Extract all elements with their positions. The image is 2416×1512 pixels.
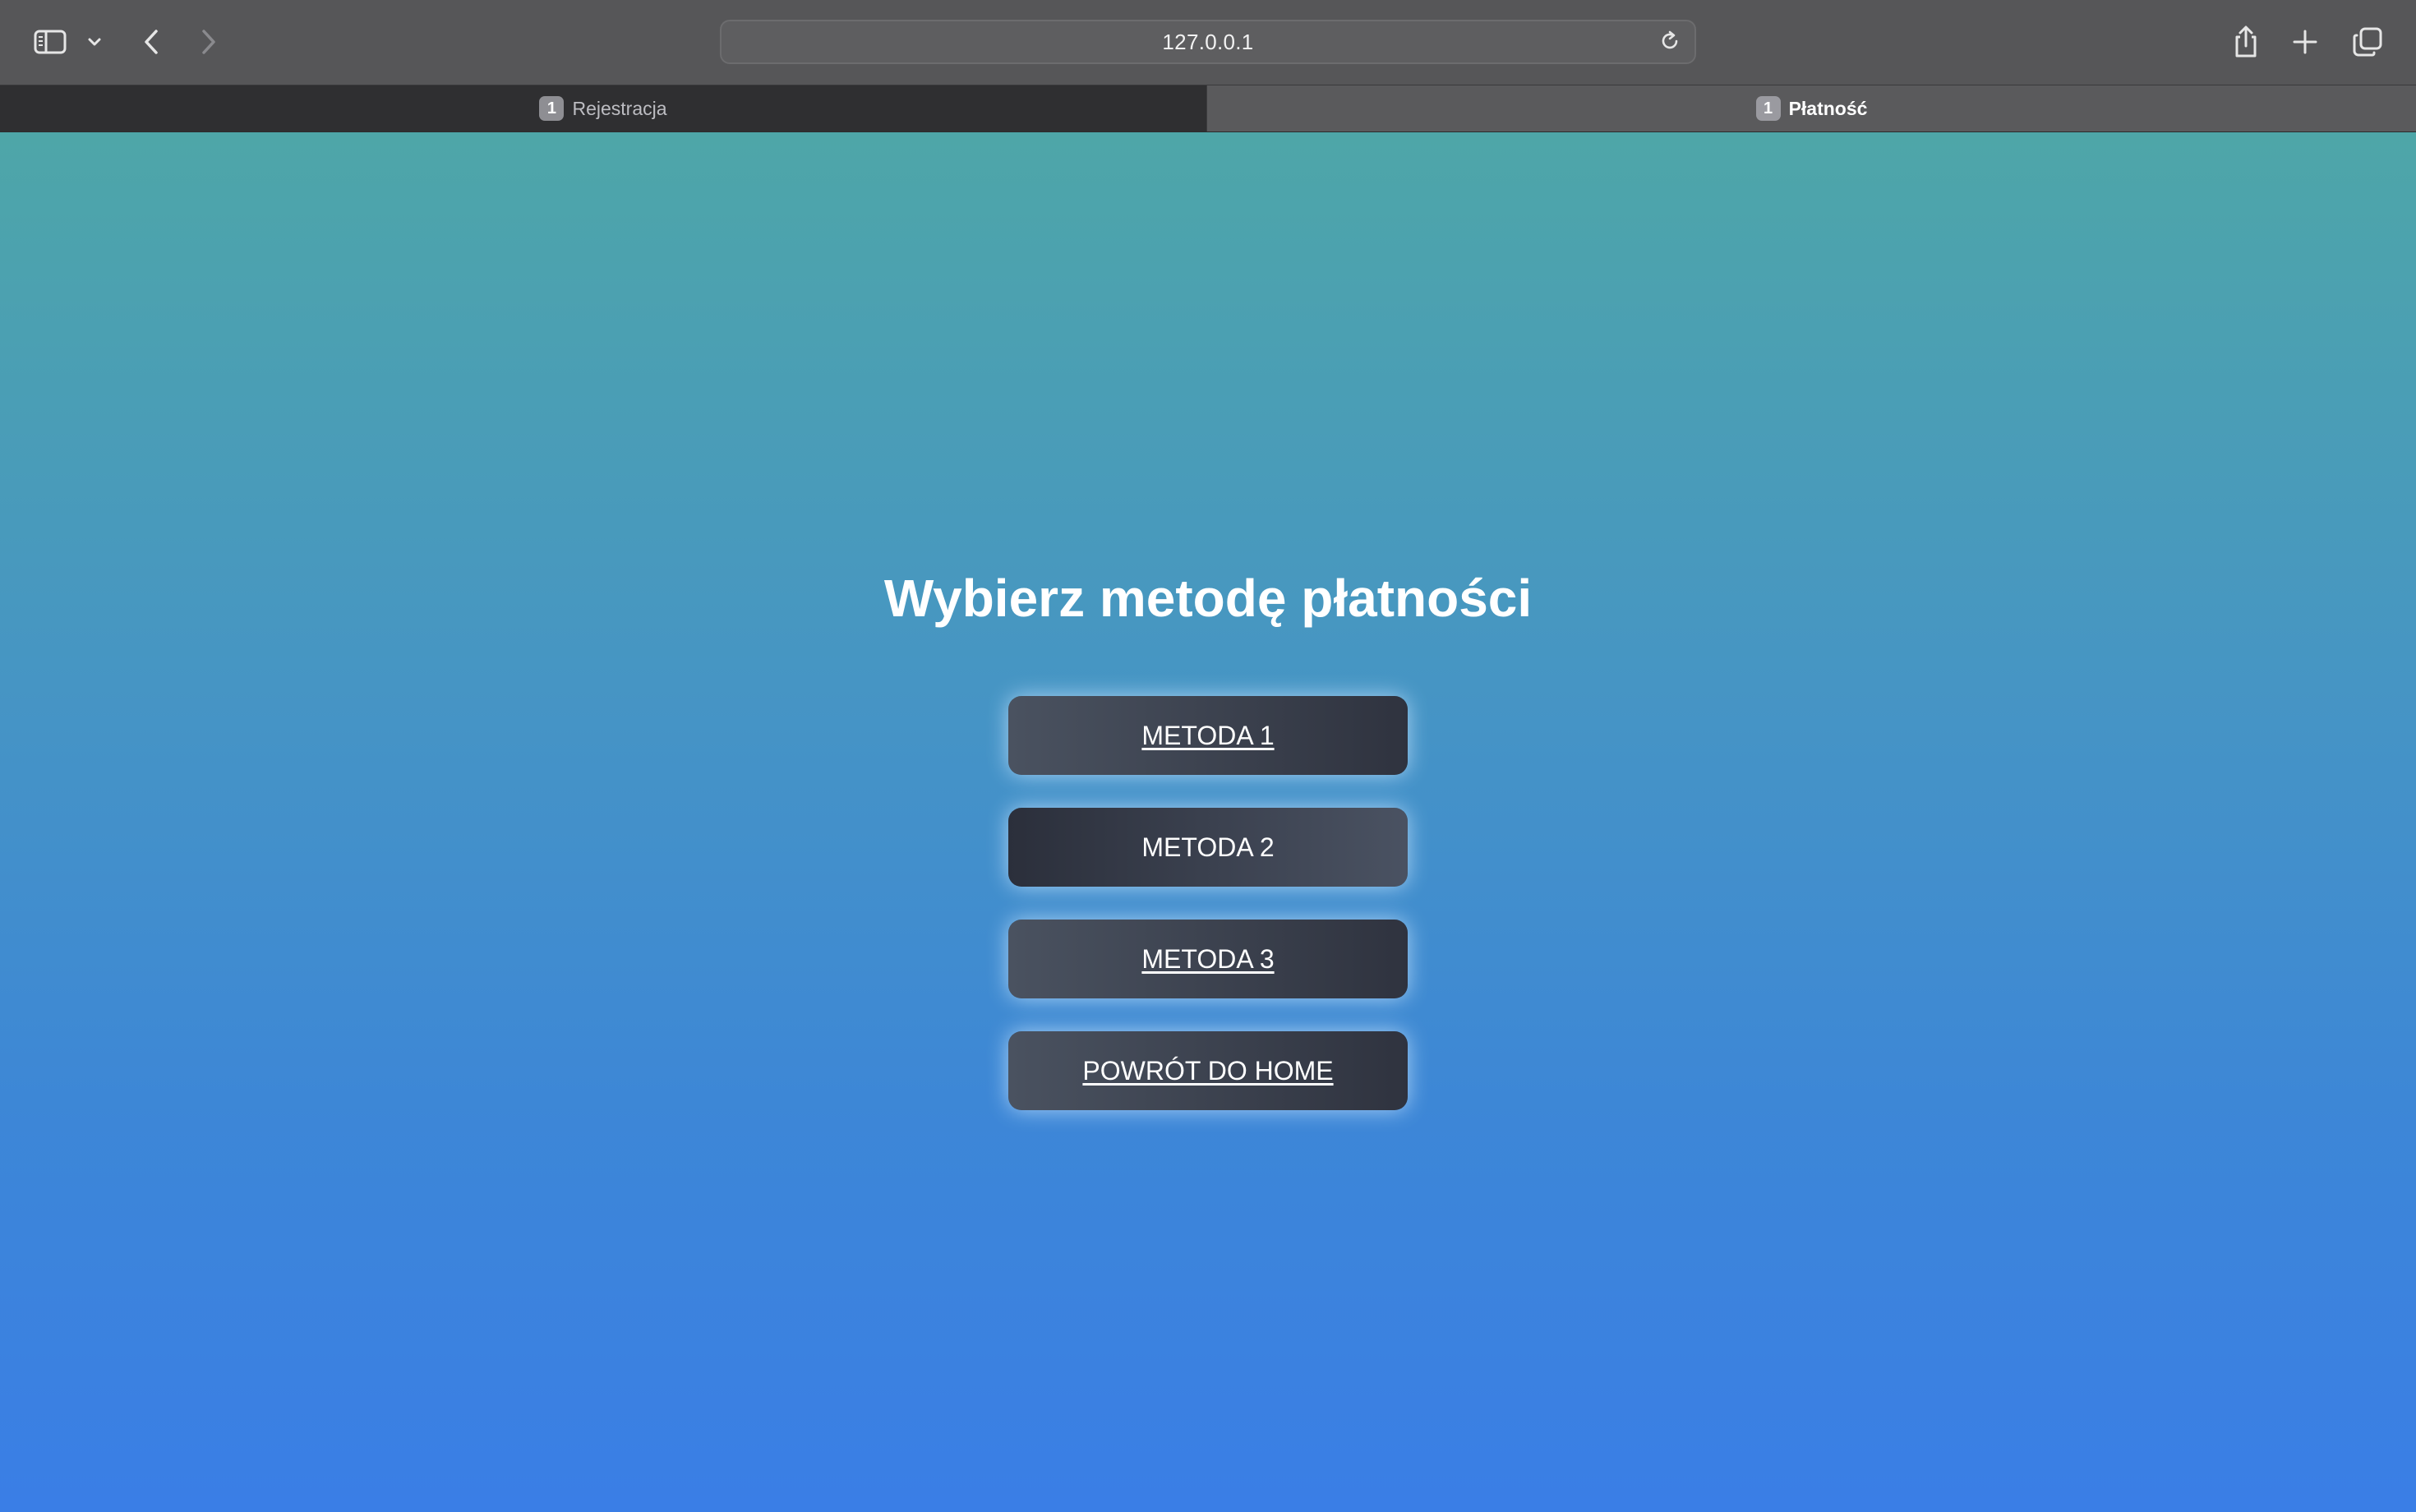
- share-button[interactable]: [2225, 21, 2266, 62]
- tab-label: Rejestracja: [572, 97, 667, 119]
- share-icon: [2231, 25, 2261, 59]
- back-to-home-button[interactable]: POWRÓT DO HOME: [1008, 1031, 1408, 1110]
- method-1-button[interactable]: METODA 1: [1008, 696, 1408, 775]
- address-text: 127.0.0.1: [1162, 29, 1254, 54]
- tab-overview-button[interactable]: [2347, 21, 2388, 62]
- method-3-label: METODA 3: [1141, 943, 1275, 974]
- sidebar-toggle-button[interactable]: [30, 23, 71, 61]
- new-tab-button[interactable]: [2285, 21, 2326, 62]
- sidebar-icon: [34, 29, 67, 55]
- tab-strip: 1 Rejestracja 1 Płatność: [0, 85, 2416, 132]
- browser-window: 127.0.0.1 1 Rejestracja 1 Płatność Wybie…: [0, 0, 2416, 1512]
- page-title: Wybierz metodę płatności: [883, 569, 1533, 628]
- tab-count-badge: 1: [1755, 96, 1781, 121]
- plus-icon: [2292, 29, 2318, 55]
- tab-count-badge: 1: [539, 96, 565, 121]
- address-bar[interactable]: 127.0.0.1: [720, 20, 1696, 64]
- page-viewport: Wybierz metodę płatności METODA 1 METODA…: [0, 132, 2416, 1512]
- tab-platnosc[interactable]: 1 Płatność: [1206, 85, 2416, 131]
- reload-button[interactable]: [1657, 30, 1683, 56]
- sidebar-menu-button[interactable]: [84, 28, 105, 56]
- tab-label: Płatność: [1788, 97, 1868, 119]
- forward-button[interactable]: [194, 23, 224, 61]
- back-to-home-label: POWRÓT DO HOME: [1082, 1055, 1334, 1086]
- method-2-button[interactable]: METODA 2: [1008, 808, 1408, 887]
- method-2-label: METODA 2: [1141, 832, 1275, 862]
- chevron-left-icon: [142, 28, 160, 56]
- chevron-down-icon: [87, 37, 102, 47]
- back-button[interactable]: [136, 23, 166, 61]
- tabs-overview-icon: [2352, 26, 2383, 58]
- tab-rejestracja[interactable]: 1 Rejestracja: [0, 85, 1206, 131]
- chevron-right-icon: [200, 28, 218, 56]
- method-3-button[interactable]: METODA 3: [1008, 920, 1408, 998]
- method-1-label: METODA 1: [1141, 720, 1275, 750]
- reload-icon: [1658, 30, 1681, 57]
- browser-toolbar: 127.0.0.1: [0, 0, 2416, 85]
